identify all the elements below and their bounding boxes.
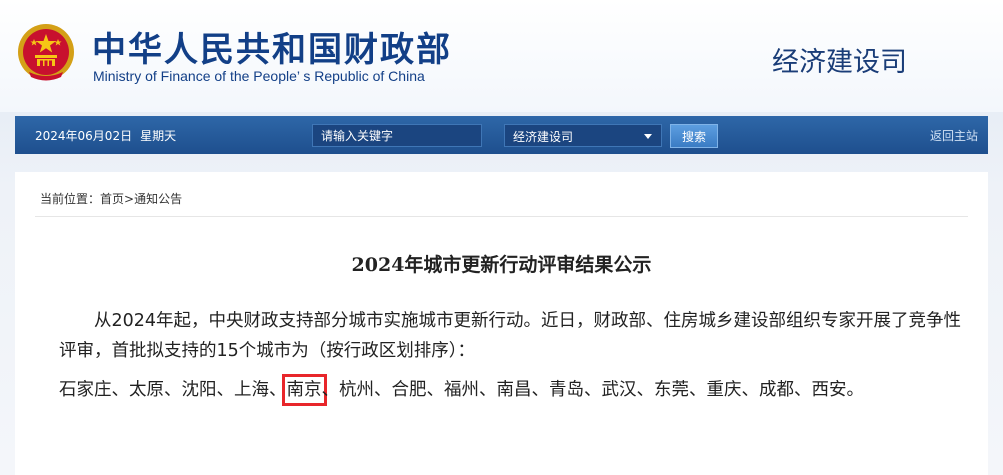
city-list-after: 、杭州、合肥、福州、南昌、青岛、武汉、东莞、重庆、成都、西安。 [321, 380, 865, 400]
weekday-text: 星期天 [140, 129, 177, 143]
home-link[interactable]: 返回主站 [930, 127, 978, 144]
city-list: 石家庄、太原、沈阳、上海、南京、杭州、合肥、福州、南昌、青岛、武汉、东莞、重庆、… [59, 370, 974, 410]
breadcrumb-separator: > [124, 192, 135, 206]
divider [35, 216, 968, 217]
department-select[interactable]: 经济建设司 [504, 124, 662, 147]
chevron-down-icon [644, 134, 652, 139]
article-title: 2024年城市更新行动评审结果公示 [351, 254, 652, 276]
breadcrumb-home-link[interactable]: 首页 [100, 192, 124, 206]
department-name: 经济建设司 [772, 47, 907, 78]
city-list-before: 石家庄、太原、沈阳、上海、 [59, 380, 287, 400]
breadcrumb-label: 当前位置： [40, 192, 101, 206]
nav-bar: 2024年06月02日星期天 经济建设司 搜索 返回主站 [15, 116, 988, 154]
site-header: 中华人民共和国财政部 Ministry of Finance of the Pe… [0, 0, 1003, 112]
date-text: 2024年06月02日 [35, 129, 133, 143]
site-title-en: Ministry of Finance of the People’ s Rep… [93, 68, 425, 84]
article-paragraph: 从2024年起，中央财政支持部分城市实施城市更新行动。近日，财政部、住房城乡建设… [59, 311, 962, 361]
current-date: 2024年06月02日 星期天 [35, 127, 176, 144]
search-button[interactable]: 搜索 [670, 124, 718, 148]
department-select-value: 经济建设司 [513, 130, 574, 144]
breadcrumb: 当前位置：首页>通知公告 [40, 190, 182, 207]
national-emblem-icon [18, 24, 74, 81]
breadcrumb-current-link[interactable]: 通知公告 [134, 192, 182, 206]
highlighted-city-nanjing: 南京 [281, 374, 327, 406]
search-input[interactable] [312, 124, 482, 147]
site-title-cn: 中华人民共和国财政部 [92, 30, 452, 70]
content-panel: 当前位置：首页>通知公告 2024年城市更新行动评审结果公示 从2024年起，中… [15, 172, 988, 475]
